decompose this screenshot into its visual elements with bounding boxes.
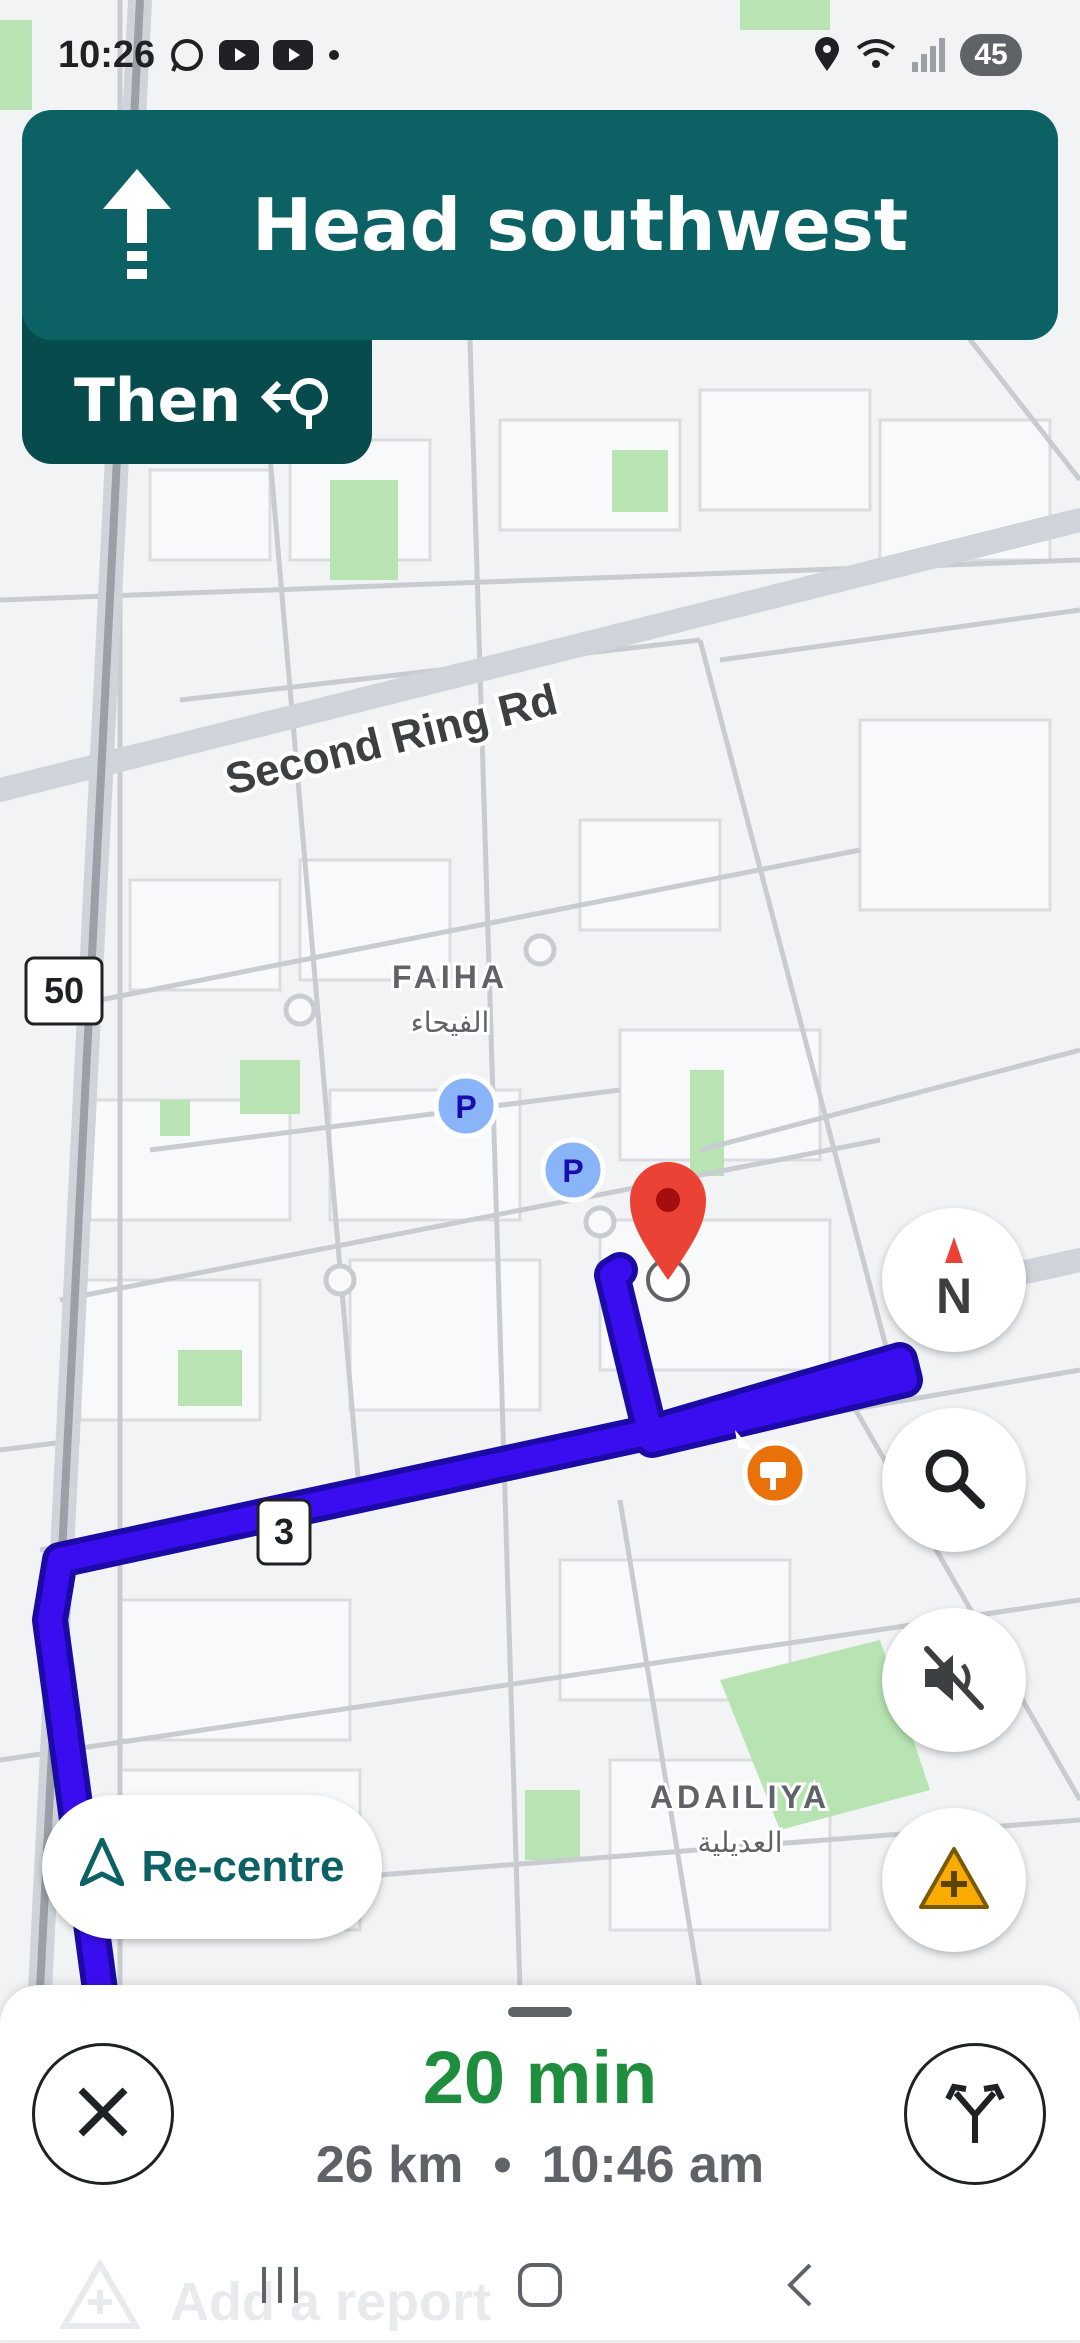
speed-camera-icon[interactable]: [742, 1440, 808, 1506]
district-label-adailiya: ADAILIYA: [650, 1779, 830, 1815]
route-fork-icon: [940, 2077, 1010, 2152]
add-report-icon: [917, 1845, 991, 1916]
alternate-routes-button[interactable]: [904, 2043, 1046, 2185]
highway-shield-50: 50: [24, 956, 104, 1026]
recents-button[interactable]: [250, 2255, 310, 2315]
then-label: Then: [74, 366, 242, 436]
parking-marker-2-label: P: [562, 1153, 583, 1189]
straight-arrow-icon: [22, 110, 252, 340]
system-navigation-bar: [0, 2230, 1080, 2340]
arrival-time: 10:46 am: [541, 2136, 765, 2194]
location-icon: [812, 37, 842, 73]
shield-50-text: 50: [44, 970, 84, 1011]
shield-3-text: 3: [274, 1511, 294, 1552]
youtube-icon: [219, 40, 260, 70]
battery-indicator: 45: [960, 34, 1022, 76]
recentre-button[interactable]: Re-centre: [42, 1795, 382, 1939]
signal-icon: [910, 38, 946, 72]
search-icon: [921, 1445, 987, 1516]
sheet-drag-handle[interactable]: [508, 2007, 572, 2017]
parking-marker-1-label: P: [455, 1089, 476, 1125]
district-label-faiha-ar: الفيحاء: [411, 1006, 490, 1039]
navigation-arrow-icon: [79, 1837, 125, 1897]
youtube-icon: [273, 40, 314, 70]
add-report-button[interactable]: [882, 1808, 1026, 1952]
mute-button[interactable]: [882, 1608, 1026, 1752]
recentre-label: Re-centre: [141, 1842, 345, 1891]
back-button[interactable]: [770, 2255, 830, 2315]
home-button[interactable]: [510, 2255, 570, 2315]
sound-off-icon: [919, 1643, 989, 1718]
whatsapp-icon: [169, 37, 205, 73]
home-icon: [518, 2263, 562, 2307]
district-label-faiha: FAIHA: [392, 959, 508, 995]
district-label-adailiya-ar: العديلية: [697, 1826, 782, 1859]
navigation-banner[interactable]: Head southwest: [22, 110, 1058, 340]
compass-button[interactable]: N: [882, 1208, 1026, 1352]
dot-icon: [327, 48, 341, 62]
u-turn-left-icon: [259, 371, 335, 436]
search-button[interactable]: [882, 1408, 1026, 1552]
wifi-icon: [856, 38, 896, 72]
trip-separator: •: [493, 2136, 512, 2194]
trip-distance: 26 km: [315, 2136, 464, 2194]
status-time: 10:26: [58, 33, 156, 76]
back-icon: [787, 2263, 812, 2307]
status-left: 10:26: [58, 34, 341, 77]
highway-shield-3: 3: [256, 1498, 312, 1566]
recents-icon: [262, 2267, 298, 2303]
status-right: 45: [812, 34, 1022, 76]
compass-icon: N: [936, 1237, 972, 1324]
parking-marker-1[interactable]: P: [433, 1073, 499, 1139]
compass-label: N: [936, 1268, 972, 1324]
navigation-instruction: Head southwest: [252, 183, 909, 267]
status-bar: 10:26 45: [0, 0, 1080, 110]
parking-marker-2[interactable]: P: [540, 1137, 606, 1203]
